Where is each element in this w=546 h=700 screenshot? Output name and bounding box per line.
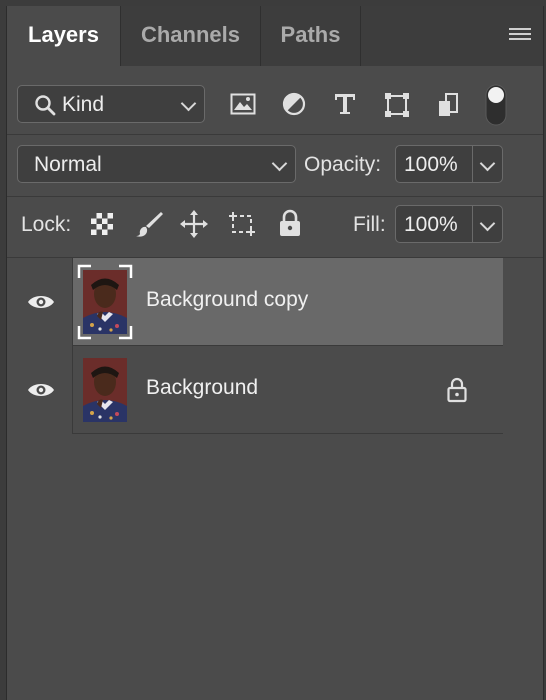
lock-icon[interactable] <box>447 377 467 403</box>
fill-field[interactable]: 100% <box>395 205 503 243</box>
panel-tab-bar: Layers Channels Paths <box>7 6 543 66</box>
chevron-down-icon[interactable] <box>479 155 496 172</box>
chevron-down-icon <box>180 95 197 112</box>
eye-icon[interactable] <box>27 381 55 399</box>
type-filter-icon[interactable] <box>333 92 357 116</box>
filter-kind-dropdown[interactable]: Kind <box>17 85 205 123</box>
layers-panel: Layers Channels Paths Kind Normal Opacit… <box>6 6 544 700</box>
layer-name[interactable]: Background copy <box>146 288 308 312</box>
image-filter-icon[interactable] <box>230 93 256 115</box>
lock-artboard-icon[interactable] <box>227 210 257 238</box>
layer-name[interactable]: Background <box>146 376 258 400</box>
lock-image-pixels-icon[interactable] <box>136 210 164 238</box>
lock-position-icon[interactable] <box>180 210 208 238</box>
layer-row-background[interactable]: Background <box>7 346 503 434</box>
blend-mode-dropdown[interactable]: Normal <box>17 145 296 183</box>
smart-object-filter-icon[interactable] <box>437 92 461 118</box>
layer-thumbnail <box>83 358 127 422</box>
divider <box>7 196 543 197</box>
chevron-down-icon <box>271 155 288 172</box>
tab-paths[interactable]: Paths <box>261 6 361 66</box>
blend-mode-value: Normal <box>34 153 102 176</box>
opacity-label: Opacity: <box>304 153 382 176</box>
tab-layers[interactable]: Layers <box>7 6 121 66</box>
opacity-field[interactable]: 100% <box>395 145 503 183</box>
adjustment-filter-icon[interactable] <box>282 92 306 116</box>
tab-channels[interactable]: Channels <box>121 6 261 66</box>
layer-row-background-copy[interactable]: Background copy <box>7 258 503 346</box>
fill-value: 100% <box>404 213 458 236</box>
panel-menu-icon[interactable] <box>509 28 531 44</box>
filter-toggle-icon[interactable] <box>485 84 507 126</box>
lock-transparent-pixels-icon[interactable] <box>91 213 113 235</box>
lock-label: Lock: <box>21 213 72 236</box>
shape-filter-icon[interactable] <box>384 92 410 118</box>
filter-kind-label: Kind <box>62 93 105 116</box>
eye-icon[interactable] <box>27 293 55 311</box>
lock-all-icon[interactable] <box>279 209 301 237</box>
scrollbar-track[interactable] <box>503 258 543 434</box>
fill-label: Fill: <box>353 213 386 236</box>
divider <box>7 134 543 135</box>
chevron-down-icon[interactable] <box>479 215 496 232</box>
selection-frame-icon <box>77 264 133 340</box>
opacity-value: 100% <box>404 153 458 176</box>
search-icon <box>35 95 56 116</box>
